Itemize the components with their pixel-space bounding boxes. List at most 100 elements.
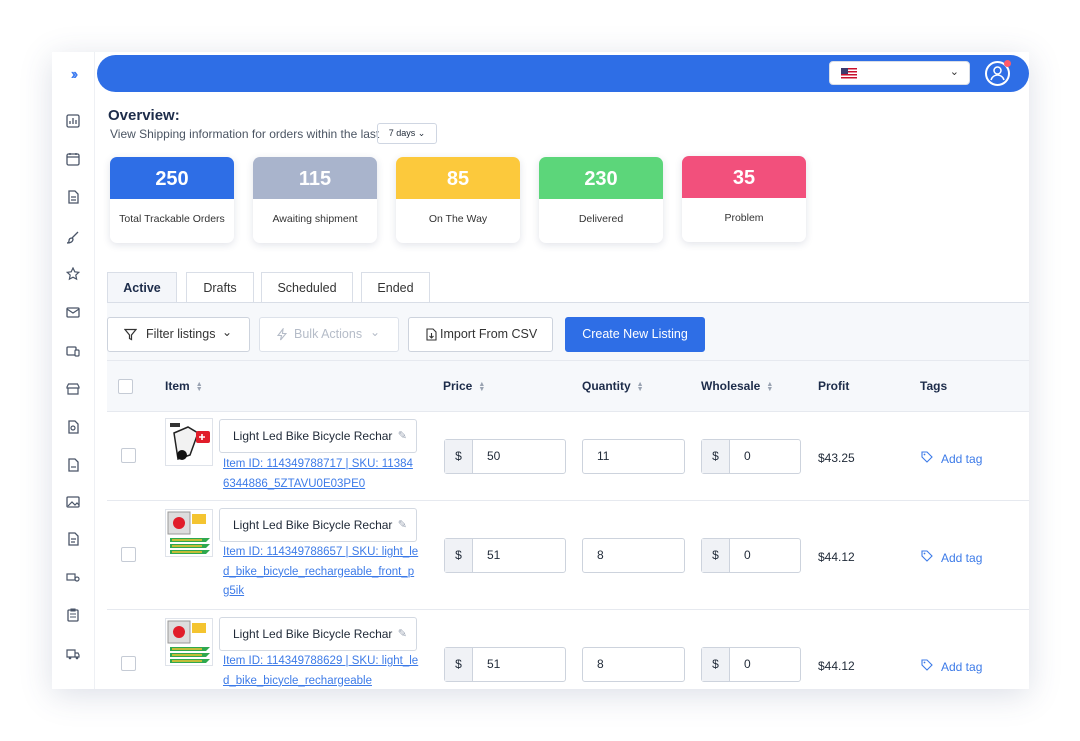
- currency-prefix: $: [445, 648, 473, 681]
- stat-label: On The Way: [428, 213, 488, 225]
- stat-value: 115: [253, 157, 377, 199]
- quantity-input[interactable]: 8: [582, 647, 685, 682]
- wholesale-input[interactable]: $0: [701, 647, 801, 682]
- stat-label: Awaiting shipment: [272, 213, 358, 225]
- column-label: Item: [165, 379, 190, 393]
- column-item[interactable]: Item ▲ ▼: [165, 379, 203, 393]
- wholesale-input[interactable]: $0: [701, 538, 801, 573]
- date-range-select[interactable]: 7 days ⌄: [377, 123, 437, 144]
- price-input[interactable]: $50: [444, 439, 566, 474]
- tag-icon: [921, 451, 933, 463]
- title-field[interactable]: Light Led Bike Bicycle Rechar ✎: [219, 508, 417, 542]
- product-thumbnail[interactable]: [165, 618, 213, 666]
- invoice-icon[interactable]: [66, 458, 80, 472]
- add-tag-link[interactable]: Add tag: [941, 452, 982, 466]
- tab-ended[interactable]: Ended: [361, 272, 430, 303]
- chevron-down-icon: ⌄: [369, 325, 380, 339]
- stat-card-awaiting[interactable]: 115 Awaiting shipment: [253, 157, 377, 243]
- filter-listings-label: Filter listings: [146, 327, 216, 341]
- item-sku-link[interactable]: Item ID: 114349788717 | SKU: 11384634488…: [223, 455, 419, 494]
- quantity-input[interactable]: 11: [582, 439, 685, 474]
- filter-listings-button[interactable]: Filter listings ⌄: [107, 317, 250, 352]
- document-icon[interactable]: [66, 190, 80, 204]
- select-all-checkbox[interactable]: [118, 379, 133, 394]
- bulk-actions-button[interactable]: Bulk Actions ⌄: [259, 317, 399, 352]
- profit-value: $43.25: [818, 451, 855, 465]
- stat-value: 230: [539, 157, 663, 199]
- user-avatar[interactable]: [985, 60, 1011, 86]
- brush-icon[interactable]: [66, 230, 80, 244]
- listing-toolbar: Filter listings ⌄ Bulk Actions ⌄ Import …: [107, 303, 1029, 360]
- currency-prefix: $: [702, 539, 730, 572]
- clipboard-icon[interactable]: [66, 608, 80, 622]
- file-icon[interactable]: [66, 532, 80, 546]
- price-input[interactable]: $51: [444, 647, 566, 682]
- item-sku-link[interactable]: Item ID: 114349788657 | SKU: light_led_b…: [223, 543, 419, 602]
- import-csv-button[interactable]: Import From CSV: [408, 317, 553, 352]
- add-tag-link[interactable]: Add tag: [941, 660, 982, 674]
- file-import-icon: [426, 328, 437, 341]
- date-range-value: 7 days: [388, 128, 416, 138]
- tab-active[interactable]: Active: [107, 272, 177, 303]
- wholesale-value: 0: [744, 657, 751, 671]
- devices-icon[interactable]: [66, 344, 80, 358]
- title-value: Light Led Bike Bicycle Rechar: [233, 627, 393, 641]
- table-row: Light Led Bike Bicycle Rechar ✎ Item ID: …: [107, 610, 1029, 689]
- stat-card-problem[interactable]: 35 Problem: [682, 156, 806, 242]
- title-value: Light Led Bike Bicycle Rechar: [233, 429, 393, 443]
- price-input[interactable]: $51: [444, 538, 566, 573]
- row-checkbox[interactable]: [121, 547, 136, 562]
- search-document-icon[interactable]: [66, 420, 80, 434]
- image-icon[interactable]: [66, 495, 80, 509]
- title-field[interactable]: Light Led Bike Bicycle Rechar ✎: [219, 419, 417, 453]
- sort-icon: ▲ ▼: [636, 380, 644, 393]
- mail-icon[interactable]: [66, 305, 80, 319]
- product-thumbnail[interactable]: [165, 509, 213, 557]
- delivery-settings-icon[interactable]: [66, 571, 80, 585]
- column-profit: Profit: [818, 379, 850, 393]
- column-quantity[interactable]: Quantity ▲ ▼: [582, 379, 644, 393]
- tab-drafts[interactable]: Drafts: [186, 272, 254, 303]
- table-header: Item ▲ ▼ Price ▲ ▼ Quantity ▲ ▼ Wholesale ▲ ▼ Pr…: [107, 360, 1029, 412]
- calendar-icon[interactable]: [66, 152, 80, 166]
- stat-card-on-the-way[interactable]: 85 On The Way: [396, 157, 520, 243]
- row-checkbox[interactable]: [121, 448, 136, 463]
- title-field[interactable]: Light Led Bike Bicycle Rechar ✎: [219, 617, 417, 651]
- stat-label: Problem: [724, 212, 764, 224]
- language-select[interactable]: ⌄: [829, 61, 970, 85]
- sort-icon: ▲ ▼: [478, 380, 486, 393]
- column-wholesale[interactable]: Wholesale ▲ ▼: [701, 379, 773, 393]
- import-csv-label: Import From CSV: [440, 327, 538, 341]
- bulk-actions-label: Bulk Actions: [294, 327, 363, 341]
- product-thumbnail[interactable]: [165, 418, 213, 466]
- column-label: Price: [443, 379, 473, 393]
- add-tag-link[interactable]: Add tag: [941, 551, 982, 565]
- currency-prefix: $: [702, 440, 730, 473]
- currency-prefix: $: [445, 539, 473, 572]
- store-icon[interactable]: [66, 382, 80, 396]
- stat-card-total[interactable]: 250 Total Trackable Orders: [110, 157, 234, 243]
- expand-sidebar-icon[interactable]: ››: [62, 66, 84, 86]
- analytics-icon[interactable]: [66, 114, 80, 128]
- quantity-input[interactable]: 8: [582, 538, 685, 573]
- price-value: 51: [487, 657, 501, 671]
- wholesale-value: 0: [744, 449, 751, 463]
- truck-icon[interactable]: [66, 647, 80, 661]
- star-icon[interactable]: [66, 267, 80, 281]
- tab-scheduled[interactable]: Scheduled: [261, 272, 353, 303]
- create-listing-button[interactable]: Create New Listing: [565, 317, 705, 352]
- column-tags: Tags: [920, 379, 948, 393]
- stat-card-delivered[interactable]: 230 Delivered: [539, 157, 663, 243]
- stat-value: 250: [110, 157, 234, 199]
- currency-prefix: $: [445, 440, 473, 473]
- stat-label: Delivered: [578, 213, 624, 225]
- filter-icon: [124, 328, 137, 341]
- price-value: 51: [487, 548, 501, 562]
- bike-light-image: [166, 510, 212, 556]
- lightning-icon: [277, 328, 287, 341]
- row-checkbox[interactable]: [121, 656, 136, 671]
- item-sku-link[interactable]: Item ID: 114349788629 | SKU: light_led_b…: [223, 652, 419, 689]
- wholesale-input[interactable]: $0: [701, 439, 801, 474]
- chevron-down-icon: ⌄: [949, 66, 959, 78]
- column-price[interactable]: Price ▲ ▼: [443, 379, 485, 393]
